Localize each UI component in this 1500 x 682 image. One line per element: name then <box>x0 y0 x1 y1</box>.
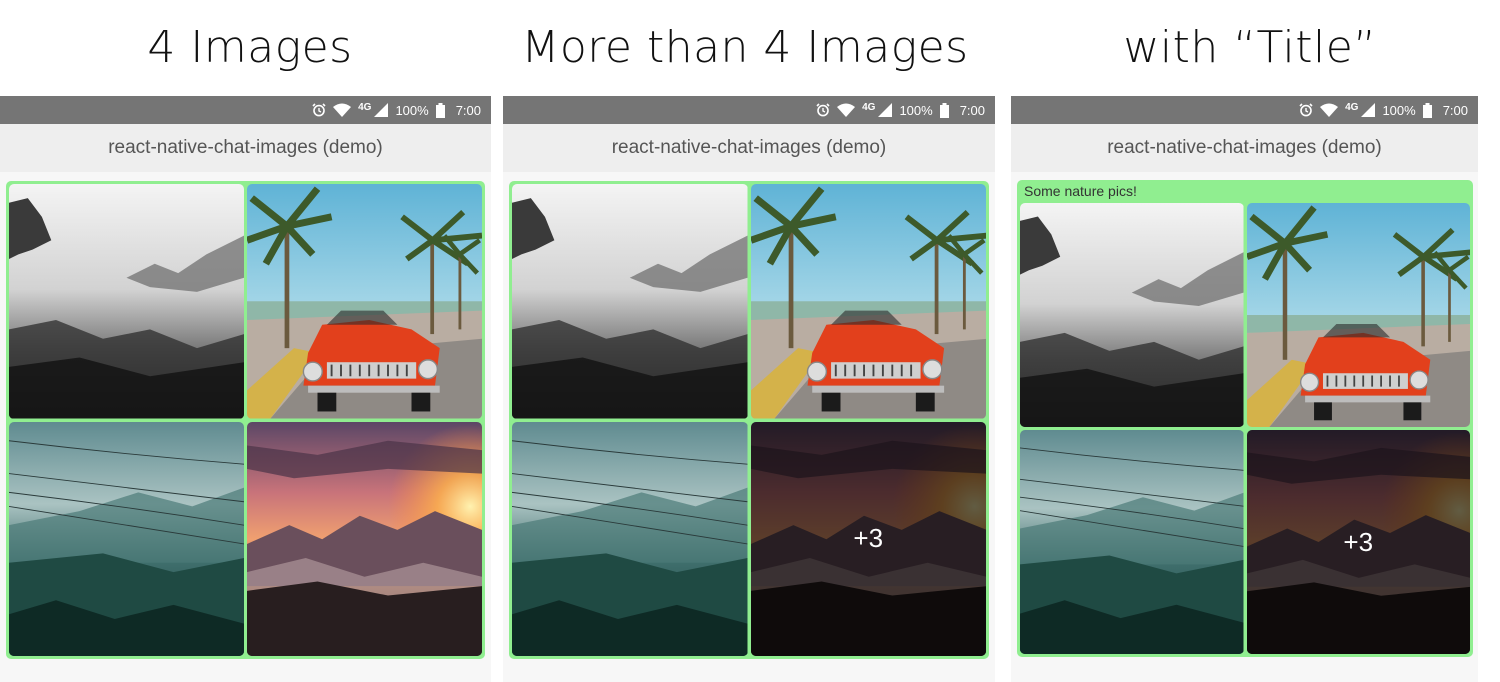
app-bar: react-native-chat-images (demo) <box>0 124 491 172</box>
alarm-icon <box>312 103 326 117</box>
image-red-car-palms[interactable] <box>1247 203 1471 427</box>
battery-percent: 100% <box>1382 102 1416 118</box>
more-images-count: +3 <box>1343 526 1374 557</box>
status-bar: 4G 100% 7:00 <box>1011 96 1478 124</box>
image-misty-valley[interactable] <box>512 422 748 657</box>
status-bar: 4G 100% 7:00 <box>0 96 491 124</box>
network-type-label: 4G <box>1345 101 1359 113</box>
app-title: react-native-chat-images (demo) <box>108 137 383 158</box>
phone-screen-with-title: 4G 100% 7:00 react-native-chat-images (d… <box>1011 96 1478 682</box>
network-type-label: 4G <box>862 101 876 113</box>
alarm-icon <box>816 103 830 117</box>
battery-icon <box>1422 102 1432 118</box>
status-time: 7:00 <box>959 102 985 118</box>
battery-percent: 100% <box>395 102 429 118</box>
app-bar: react-native-chat-images (demo) <box>1011 124 1478 172</box>
app-title: react-native-chat-images (demo) <box>611 137 887 158</box>
status-bar: 4G 100% 7:00 <box>503 96 995 124</box>
cell-signal-icon <box>374 103 389 117</box>
heading-with-title: with “Title” <box>1123 22 1377 73</box>
wifi-icon <box>837 103 856 117</box>
image-more-images[interactable]: +3 <box>750 421 986 656</box>
cell-signal-icon <box>878 103 893 117</box>
image-red-car-palms[interactable] <box>247 184 482 419</box>
image-red-car-palms[interactable] <box>751 184 987 419</box>
phone-screen-4-images: 4G 100% 7:00 react-native-chat-images (d… <box>0 96 491 682</box>
status-time: 7:00 <box>455 102 481 118</box>
image-grid: +3 <box>512 184 986 656</box>
alarm-icon <box>1299 103 1313 117</box>
phone-screen-more-images: 4G 100% 7:00 react-native-chat-images (d… <box>503 96 995 682</box>
image-foggy-mountain[interactable] <box>9 184 244 419</box>
image-message-bubble: Some nature pics! +3 <box>1017 180 1473 657</box>
wifi-icon <box>333 103 352 117</box>
image-misty-valley[interactable] <box>9 422 244 657</box>
more-images-overlay: +3 <box>1246 430 1470 654</box>
app-title: react-native-chat-images (demo) <box>1107 137 1382 158</box>
more-images-overlay: +3 <box>750 421 986 656</box>
status-time: 7:00 <box>1442 102 1468 118</box>
cell-signal-icon <box>1361 103 1376 117</box>
image-message-bubble <box>6 181 485 659</box>
image-more-images[interactable]: +3 <box>1246 430 1470 654</box>
image-grid <box>9 184 482 656</box>
image-foggy-mountain[interactable] <box>512 184 748 419</box>
image-sunset-mountains[interactable] <box>247 422 482 657</box>
more-images-count: +3 <box>853 523 884 554</box>
image-foggy-mountain[interactable] <box>1020 203 1244 427</box>
image-message-bubble: +3 <box>509 181 989 659</box>
heading-4-images: 4 Images <box>147 22 353 73</box>
battery-icon <box>939 102 949 118</box>
image-misty-valley[interactable] <box>1020 430 1244 654</box>
image-grid: +3 <box>1020 203 1470 654</box>
battery-icon <box>435 102 445 118</box>
wifi-icon <box>1320 103 1339 117</box>
app-bar: react-native-chat-images (demo) <box>503 124 995 172</box>
network-type-label: 4G <box>358 101 372 113</box>
bubble-title: Some nature pics! <box>1024 183 1137 199</box>
battery-percent: 100% <box>899 102 933 118</box>
heading-more-than-4-images: More than 4 Images <box>521 22 969 73</box>
